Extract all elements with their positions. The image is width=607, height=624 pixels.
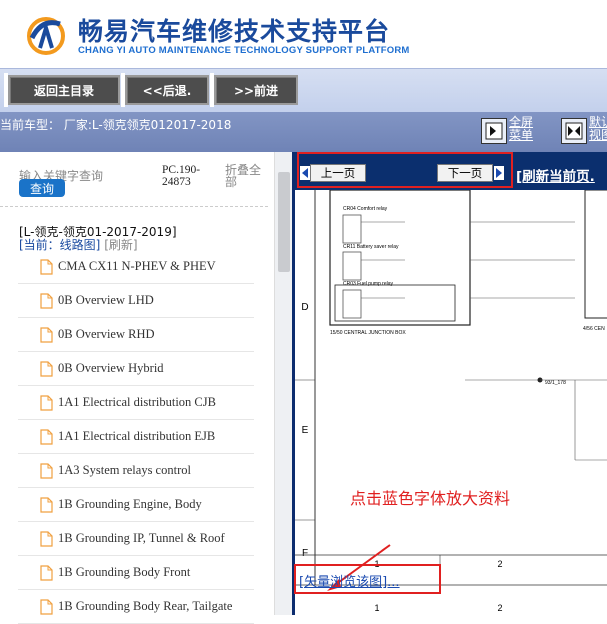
tree-item[interactable]: 0B Overview LHD xyxy=(18,284,254,318)
junction-box-edge-label: 4/56 CEN xyxy=(583,326,605,332)
brand-title-cn: 畅易汽车维修技术支持平台 xyxy=(78,17,391,46)
tree-item[interactable]: 1B Grounding IP, Tunnel & Roof xyxy=(18,522,254,556)
refresh-current-page-link[interactable]: [刷新当前页. xyxy=(516,165,595,185)
svg-text:CR04 Comfort relay: CR04 Comfort relay xyxy=(343,206,388,212)
document-icon xyxy=(40,361,53,377)
document-icon xyxy=(40,395,53,411)
tree-item-label: 0B Overview RHD xyxy=(58,327,155,341)
brand-logo-icon xyxy=(27,17,65,55)
back-button[interactable]: <<后退. xyxy=(121,73,209,107)
default-view-button[interactable] xyxy=(561,118,587,144)
tree-item[interactable]: 1A3 System relays control xyxy=(18,454,254,488)
row-label: F xyxy=(302,548,308,559)
annotation-text: 点击蓝色字体放大资料 xyxy=(350,489,511,508)
highlight-box-pager xyxy=(297,152,513,188)
tree-item[interactable]: 1A1 Electrical distribution CJB xyxy=(18,386,254,420)
document-icon xyxy=(40,259,53,275)
fullscreen-icon xyxy=(485,122,503,140)
tree-item-label: CMA CX11 N-PHEV & PHEV xyxy=(58,259,216,273)
tree-item[interactable]: CMA CX11 N-PHEV & PHEV xyxy=(18,250,254,284)
home-button[interactable]: 返回主目录 xyxy=(4,73,120,107)
default-view-label[interactable]: 默认 视图 xyxy=(589,116,607,142)
forward-button[interactable]: >>前进 xyxy=(210,73,298,107)
brand-title-en: CHANG YI AUTO MAINTENANCE TECHNOLOGY SUP… xyxy=(78,45,410,56)
document-icon xyxy=(40,531,53,547)
divider xyxy=(0,206,268,207)
tree-item-label: 1B Grounding Engine, Body xyxy=(58,497,202,511)
default-view-icon xyxy=(565,122,583,140)
nav-bar: 返回主目录 <<后退. >>前进 xyxy=(0,68,607,112)
fullscreen-button[interactable] xyxy=(481,118,507,144)
vector-view-link[interactable]: [矢量浏览该图]... xyxy=(299,571,400,590)
scrollbar-thumb[interactable] xyxy=(278,172,290,272)
tree-item-label: 1A1 Electrical distribution CJB xyxy=(58,395,216,409)
document-icon xyxy=(40,463,53,479)
svg-text:CR11 Battery saver relay: CR11 Battery saver relay xyxy=(343,244,399,250)
connector-label: 93/1_178 xyxy=(545,380,566,386)
column-label: 2 xyxy=(497,559,502,569)
fullscreen-label[interactable]: 全屏 菜单 xyxy=(509,116,539,142)
tree-item-label: 0B Overview Hybrid xyxy=(58,361,164,375)
document-icon xyxy=(40,293,53,309)
sidebar: 输入关键字查询 查询 PC.190-24873 折叠全部 [L-领克-领克01-… xyxy=(0,152,274,624)
document-icon xyxy=(40,327,53,343)
tree-item-label: 1A1 Electrical distribution EJB xyxy=(58,429,216,443)
tree-item-label: 1B Grounding Body Front xyxy=(58,565,191,579)
tree-item[interactable]: 0B Overview RHD xyxy=(18,318,254,352)
row-label: E xyxy=(302,425,309,436)
tree-item-label: 1B Grounding IP, Tunnel & Roof xyxy=(58,531,225,545)
document-icon xyxy=(40,429,53,445)
wiring-diagram: D E F CR04 Comfort relay CR11 Battery sa… xyxy=(295,190,607,615)
sidebar-scrollbar[interactable] xyxy=(274,152,292,615)
column-label: 1 xyxy=(374,603,379,613)
column-label: 2 xyxy=(497,603,502,613)
tree-item-label: 0B Overview LHD xyxy=(58,293,154,307)
tree-item-label: 1B Grounding Body Rear, Tailgate xyxy=(58,599,233,613)
app-header: 畅易汽车维修技术支持平台 CHANG YI AUTO MAINTENANCE T… xyxy=(0,0,607,68)
current-model-text: 当前车型： 厂家:L-领克领克012017-2018 xyxy=(0,118,232,132)
svg-text:CR03 Fuel pump relay: CR03 Fuel pump relay xyxy=(343,281,394,287)
tree-item[interactable]: 1B Grounding Engine, Body xyxy=(18,488,254,522)
junction-box-label: 15/50 CENTRAL JUNCTION BOX xyxy=(330,330,406,336)
model-bar: 当前车型： 厂家:L-领克领克012017-2018 全屏 菜单 默认 视图 xyxy=(0,112,607,152)
tree-item[interactable]: 0B Overview Hybrid xyxy=(18,352,254,386)
document-icon xyxy=(40,497,53,513)
collapse-all-button[interactable]: 折叠全部 xyxy=(225,164,265,188)
tree-item-label: 1A3 System relays control xyxy=(58,463,191,477)
tree-item[interactable]: 1B Grounding Body Rear, Tailgate xyxy=(18,590,254,624)
search-button[interactable]: 查询 xyxy=(19,179,65,197)
tree-item[interactable]: 1A1 Electrical distribution EJB xyxy=(18,420,254,454)
row-label: D xyxy=(301,302,308,313)
document-icon xyxy=(40,565,53,581)
diagram-viewer: D E F CR04 Comfort relay CR11 Battery sa… xyxy=(292,152,607,615)
pc-code: PC.190-24873 xyxy=(162,164,201,188)
document-icon xyxy=(40,599,53,615)
tree-item[interactable]: 1B Grounding Body Front xyxy=(18,556,254,590)
